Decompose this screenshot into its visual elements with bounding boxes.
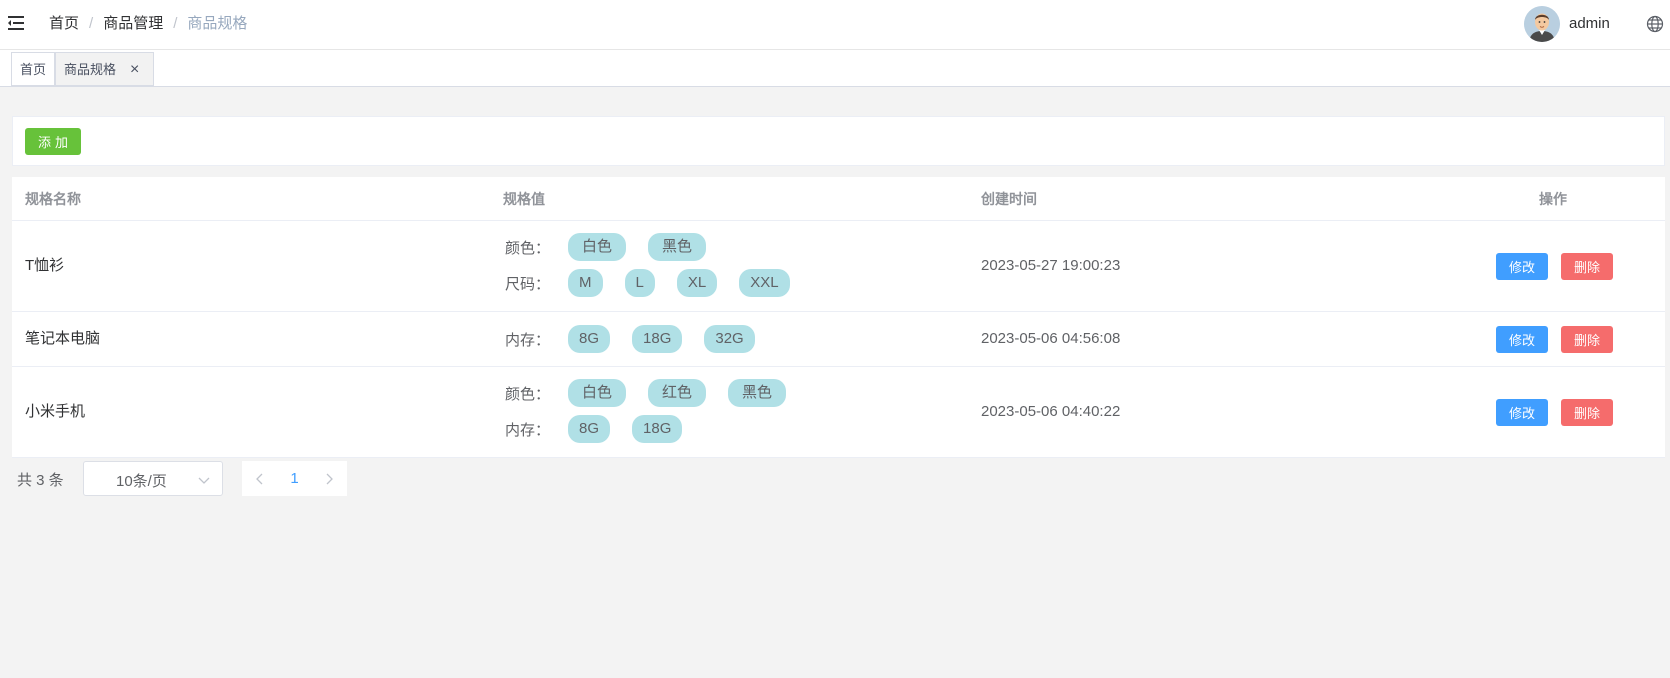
breadcrumb-separator: / (89, 15, 94, 32)
avatar[interactable] (1524, 6, 1560, 42)
navbar: 首页 / 商品管理 / 商品规格 admin (0, 0, 1670, 50)
spec-name: 笔记本电脑 (25, 330, 101, 347)
spec-name: 小米手机 (25, 403, 86, 420)
breadcrumb-home[interactable]: 首页 (49, 14, 79, 34)
table-row: T恤衫 颜色： 白色 黑色 尺码： M L XL XXL 2023-05-27 … (12, 221, 1665, 312)
created-time: 2023-05-06 04:40:22 (981, 403, 1121, 420)
close-icon[interactable]: × (130, 53, 139, 87)
page-size-value: 10条/页 (116, 473, 167, 490)
next-page-button[interactable] (312, 461, 347, 496)
spec-line: 内存： 8G 18G (504, 415, 704, 443)
spec-value-chip: XXL (739, 269, 790, 297)
breadcrumb: 首页 / 商品管理 / 商品规格 (49, 14, 247, 34)
breadcrumb-goods-management[interactable]: 商品管理 (103, 14, 163, 34)
tab-label: 首页 (20, 62, 47, 77)
column-header-spec-values: 规格值 (503, 191, 545, 207)
delete-button[interactable]: 删除 (1561, 326, 1613, 353)
column-header-actions: 操作 (1539, 191, 1567, 207)
spec-label: 尺码： (505, 275, 551, 293)
edit-button[interactable]: 修改 (1496, 399, 1548, 426)
spec-label: 颜色： (505, 239, 551, 257)
delete-button[interactable]: 删除 (1561, 399, 1613, 426)
created-time: 2023-05-27 19:00:23 (981, 257, 1121, 274)
spec-label: 颜色： (505, 385, 551, 403)
toolbar-card: 添加 (12, 116, 1665, 166)
column-header-created-time: 创建时间 (981, 191, 1037, 207)
tab-goods-spec[interactable]: 商品规格 × (55, 52, 154, 86)
table-row: 小米手机 颜色： 白色 红色 黑色 内存： 8G 18G 2023-05-06 … (12, 367, 1665, 458)
spec-line: 颜色： 白色 红色 黑色 (504, 379, 808, 407)
language-globe-icon[interactable] (1646, 15, 1664, 33)
spec-value-chip: 18G (632, 325, 683, 353)
spec-table: 规格名称 规格值 创建时间 操作 T恤衫 颜色： 白色 黑色 尺码： M L X… (12, 177, 1665, 458)
spec-value-chip: M (568, 269, 603, 297)
page-size-select[interactable]: 10条/页 (83, 461, 223, 496)
spec-line: 尺码： M L XL XXL (504, 269, 812, 297)
chevron-down-icon (198, 473, 210, 485)
table-header: 规格名称 规格值 创建时间 操作 (12, 177, 1665, 221)
spec-label: 内存： (505, 331, 551, 349)
edit-button[interactable]: 修改 (1496, 253, 1548, 280)
spec-value-chip: XL (676, 269, 718, 297)
username[interactable]: admin (1569, 14, 1610, 34)
spec-line: 颜色： 白色 黑色 (504, 233, 728, 261)
table-row: 笔记本电脑 内存： 8G 18G 32G 2023-05-06 04:56:08… (12, 312, 1665, 367)
spec-value-chip: 18G (632, 415, 683, 443)
created-time: 2023-05-06 04:56:08 (981, 330, 1121, 347)
spec-label: 内存： (505, 421, 551, 439)
spec-value-chip: 8G (568, 325, 611, 353)
breadcrumb-separator: / (173, 15, 178, 32)
spec-value-chip: 32G (704, 325, 755, 353)
prev-page-button[interactable] (242, 461, 277, 496)
spec-value-chip: 黑色 (728, 379, 787, 407)
spec-value-chip: 白色 (568, 233, 627, 261)
pagination: 共 3 条 10条/页 1 (12, 458, 372, 498)
breadcrumb-current: 商品规格 (187, 15, 248, 32)
add-button[interactable]: 添加 (25, 128, 81, 155)
chevron-right-icon (326, 473, 333, 485)
delete-button[interactable]: 删除 (1561, 253, 1613, 280)
spec-value-chip: 白色 (568, 379, 627, 407)
column-header-spec-name: 规格名称 (25, 191, 81, 207)
spec-value-chip: 黑色 (648, 233, 707, 261)
tab-label: 商品规格 (64, 62, 117, 77)
pagination-total: 共 3 条 (17, 472, 64, 489)
chevron-left-icon (256, 473, 263, 485)
edit-button[interactable]: 修改 (1496, 326, 1548, 353)
hamburger-icon[interactable] (6, 13, 26, 33)
spec-value-chip: 8G (568, 415, 611, 443)
page-number-button[interactable]: 1 (277, 461, 312, 496)
spec-name: T恤衫 (25, 257, 65, 274)
spec-line: 内存： 8G 18G 32G (504, 325, 777, 353)
spec-value-chip: L (624, 269, 655, 297)
spec-value-chip: 红色 (648, 379, 707, 407)
tab-home[interactable]: 首页 (11, 52, 55, 86)
tags-view: 首页 商品规格 × (0, 50, 1670, 87)
